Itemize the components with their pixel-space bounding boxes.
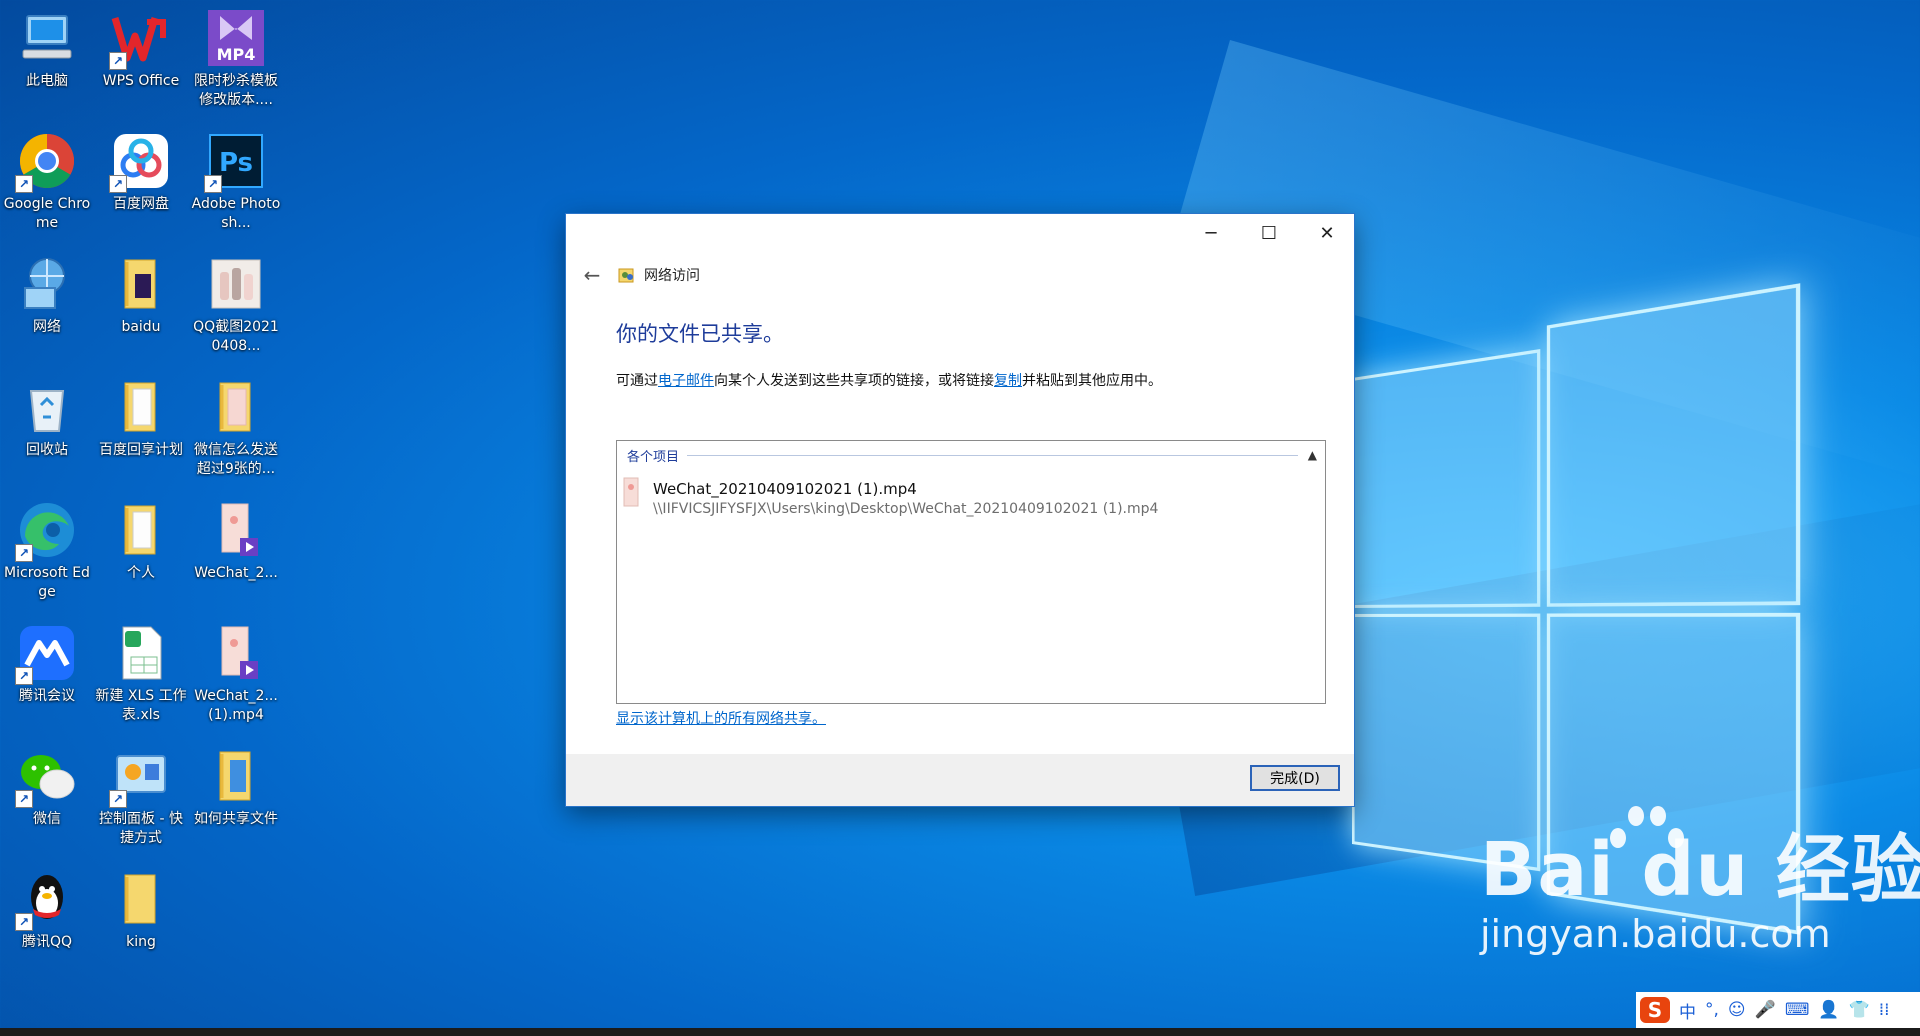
- computer-icon: [17, 8, 77, 68]
- desktop-icon-tencent-qq[interactable]: ↗ 腾讯QQ: [1, 869, 93, 952]
- chevron-up-icon[interactable]: ▲: [1308, 448, 1317, 462]
- network-share-icon: [618, 266, 636, 284]
- group-title: 各个项目: [627, 449, 680, 465]
- shortcut-arrow-icon: ↗: [15, 175, 33, 193]
- video-file-icon: [206, 623, 266, 683]
- video-file-icon: [623, 477, 639, 507]
- shortcut-arrow-icon: ↗: [109, 52, 127, 70]
- emoji-icon[interactable]: ☺: [1728, 1000, 1746, 1020]
- taskbar-edge: [0, 1028, 1920, 1036]
- close-button[interactable]: ✕: [1298, 214, 1356, 254]
- shortcut-arrow-icon: ↗: [109, 790, 127, 808]
- sogou-logo-icon[interactable]: S: [1640, 997, 1670, 1023]
- file-name: WeChat_20210409102021 (1).mp4: [653, 480, 917, 498]
- dialog-titlebar: ─ ☐ ✕: [566, 214, 1354, 254]
- network-access-dialog: ─ ☐ ✕ ← 网络访问 你的文件已共享。 可通过电子邮件向某个人发送到这些共享…: [566, 214, 1354, 806]
- shortcut-arrow-icon: ↗: [15, 667, 33, 685]
- control-panel-icon: ↗: [109, 746, 171, 808]
- desktop-icon-new-xls[interactable]: 新建 XLS 工作表.xls: [95, 623, 187, 725]
- desktop-icon-wechat-video-1[interactable]: WeChat_2...(1).mp4: [190, 623, 282, 725]
- file-path: \\IIFVICSJIFYSFJX\Users\king\Desktop\WeC…: [653, 501, 1159, 517]
- mp4-file-icon: MP4: [206, 8, 266, 68]
- baidu-netdisk-icon: ↗: [109, 131, 171, 193]
- minimize-button[interactable]: ─: [1182, 214, 1240, 254]
- copy-link[interactable]: 复制: [994, 373, 1022, 389]
- dialog-title: 网络访问: [644, 268, 700, 284]
- folder-icon: [111, 377, 171, 437]
- folder-icon: [111, 869, 171, 929]
- desktop-icon-king-folder[interactable]: king: [95, 869, 187, 952]
- ime-toolbar: S 中 °, ☺ 🎤 ⌨ 👤 👕 ⁞⁞: [1636, 992, 1920, 1028]
- video-file-icon: [206, 500, 266, 560]
- desktop-icon-wechat[interactable]: ↗ 微信: [1, 746, 93, 829]
- folder-icon: [206, 746, 266, 806]
- qq-icon: ↗: [15, 869, 77, 931]
- skin-icon[interactable]: 👕: [1849, 1000, 1870, 1020]
- desktop-icon-wechat-send-folder[interactable]: 微信怎么发送超过9张的...: [190, 377, 282, 479]
- tencent-meeting-icon: ↗: [15, 623, 77, 685]
- group-header[interactable]: 各个项目 ▲: [627, 445, 1317, 465]
- recycle-bin-icon: [17, 377, 77, 437]
- desktop-icon-personal[interactable]: 个人: [95, 500, 187, 583]
- desktop-icon-baidu-netdisk[interactable]: ↗ 百度网盘: [95, 131, 187, 214]
- spreadsheet-icon: [111, 623, 171, 683]
- dialog-footer: 完成(D): [566, 754, 1354, 806]
- svg-text:Ps: Ps: [219, 148, 253, 178]
- chinese-mode-icon[interactable]: 中: [1679, 998, 1696, 1023]
- desktop-icon-qq-screenshot[interactable]: QQ截图20210408...: [190, 254, 282, 356]
- folder-icon: [206, 377, 266, 437]
- chrome-icon: ↗: [15, 131, 77, 193]
- wps-icon: ↗: [109, 8, 171, 70]
- folder-icon: [111, 254, 171, 314]
- desktop-icon-wechat-video[interactable]: WeChat_2...: [190, 500, 282, 583]
- microphone-icon[interactable]: 🎤: [1755, 1000, 1776, 1020]
- baidu-paw-icon: [1608, 800, 1688, 870]
- wechat-icon: ↗: [15, 746, 77, 808]
- menu-grid-icon[interactable]: ⁞⁞: [1879, 1000, 1890, 1020]
- shortcut-arrow-icon: ↗: [15, 913, 33, 931]
- shortcut-arrow-icon: ↗: [15, 790, 33, 808]
- photoshop-icon: Ps ↗: [204, 131, 266, 193]
- email-link[interactable]: 电子邮件: [658, 373, 714, 389]
- network-icon: [17, 254, 77, 314]
- show-all-shares-link[interactable]: 显示该计算机上的所有网络共享。: [616, 708, 826, 728]
- page-heading: 你的文件已共享。: [616, 322, 784, 346]
- desktop-icon-google-chrome[interactable]: ↗ Google Chrome: [1, 131, 93, 233]
- desktop-icon-adobe-photoshop[interactable]: Ps ↗ Adobe Photosh...: [190, 131, 282, 233]
- desktop-icon-baidu-share-plan[interactable]: 百度回享计划: [95, 377, 187, 460]
- shared-items-list: 各个项目 ▲ WeChat_20210409102021 (1).mp4 \\I…: [616, 440, 1326, 704]
- folder-icon: [111, 500, 171, 560]
- keyboard-icon[interactable]: ⌨: [1785, 1000, 1810, 1020]
- back-arrow-icon[interactable]: ←: [576, 263, 608, 287]
- svg-text:MP4: MP4: [217, 45, 256, 64]
- maximize-button[interactable]: ☐: [1240, 214, 1298, 254]
- edge-icon: ↗: [15, 500, 77, 562]
- list-item[interactable]: WeChat_20210409102021 (1).mp4 \\IIFVICSJ…: [623, 477, 1159, 519]
- desktop-icon-microsoft-edge[interactable]: ↗ Microsoft Edge: [1, 500, 93, 602]
- watermark-url: jingyan.baidu.com: [1480, 912, 1831, 956]
- group-divider: [687, 454, 1298, 456]
- shortcut-arrow-icon: ↗: [204, 175, 222, 193]
- desktop-icon-baidu-folder[interactable]: baidu: [95, 254, 187, 337]
- image-file-icon: [206, 254, 266, 314]
- finish-button[interactable]: 完成(D): [1250, 765, 1340, 791]
- desktop-icon-wps-office[interactable]: ↗ WPS Office: [95, 8, 187, 91]
- dialog-nav: ← 网络访问: [576, 258, 700, 292]
- desktop-icon-tencent-meeting[interactable]: ↗ 腾讯会议: [1, 623, 93, 706]
- desktop-icon-how-to-share[interactable]: 如何共享文件: [190, 746, 282, 829]
- desktop-icon-control-panel[interactable]: ↗ 控制面板 - 快捷方式: [95, 746, 187, 848]
- shortcut-arrow-icon: ↗: [15, 544, 33, 562]
- user-icon[interactable]: 👤: [1818, 1000, 1839, 1020]
- share-description: 可通过电子邮件向某个人发送到这些共享项的链接，或将链接复制并粘贴到其他应用中。: [616, 373, 1162, 389]
- punctuation-icon[interactable]: °,: [1705, 1000, 1719, 1020]
- desktop-icon-recycle-bin[interactable]: 回收站: [1, 377, 93, 460]
- desktop-icon-mp4-template[interactable]: MP4 限时秒杀模板修改版本....: [190, 8, 282, 110]
- watermark-logo-text: Bai du 经验: [1480, 827, 1920, 913]
- baidu-jingyan-watermark: Bai du 经验 jingyan.baidu.com: [1480, 806, 1920, 956]
- desktop-icon-network[interactable]: 网络: [1, 254, 93, 337]
- shortcut-arrow-icon: ↗: [109, 175, 127, 193]
- desktop-icon-this-pc[interactable]: 此电脑: [1, 8, 93, 91]
